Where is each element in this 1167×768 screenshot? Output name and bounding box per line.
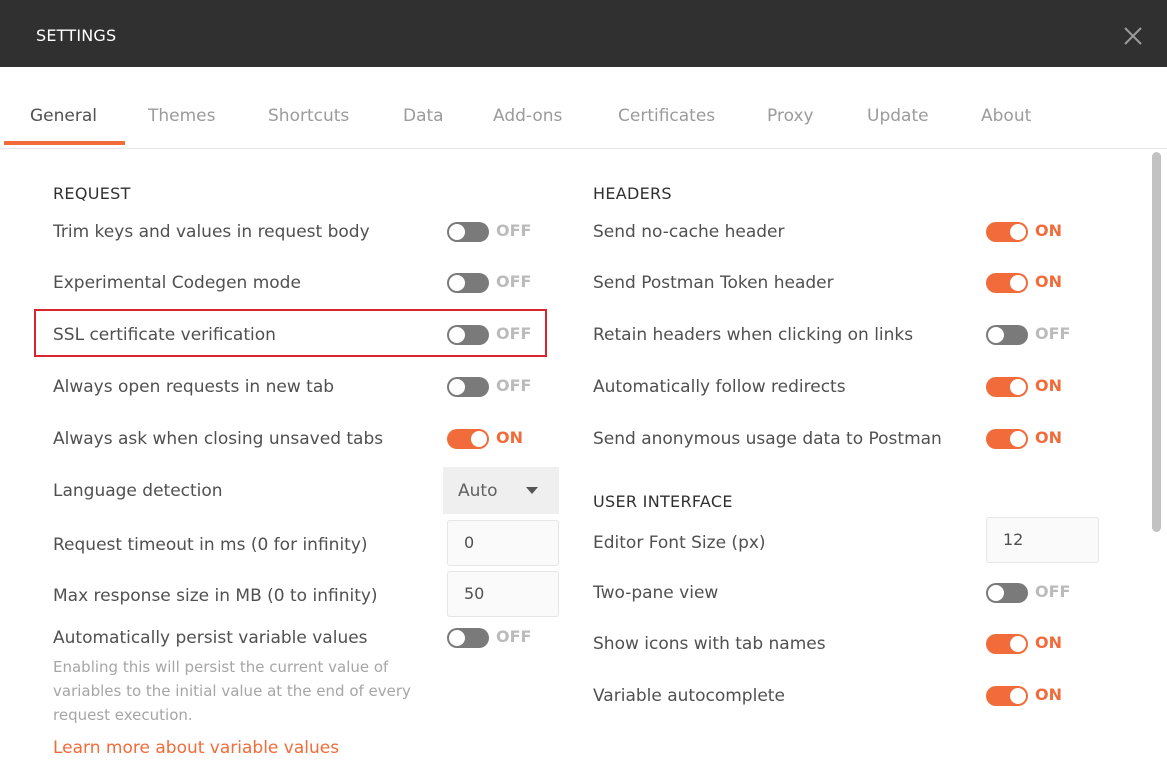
persist-variables-label: Automatically persist variable values <box>53 628 368 648</box>
ssl-verification-label: SSL certificate verification <box>53 325 276 345</box>
settings-title: SETTINGS <box>36 26 117 45</box>
toggle-knob <box>1010 431 1026 447</box>
toggle-state-text: OFF <box>496 221 532 240</box>
max-response-input[interactable]: 50 <box>447 571 559 617</box>
tab-certificates[interactable]: Certificates <box>618 106 715 126</box>
toggle-state-text: ON <box>1035 221 1062 240</box>
settings-titlebar: SETTINGS <box>0 0 1167 67</box>
active-tab-indicator <box>4 141 125 145</box>
toggle-state-text: OFF <box>1035 582 1071 601</box>
caret-down-icon <box>526 487 538 494</box>
user-interface-section-title: USER INTERFACE <box>593 492 733 511</box>
headers-section-title: HEADERS <box>593 184 672 203</box>
persist-variables-help: Enabling this will persist the current v… <box>53 658 411 724</box>
toggle-state-text: ON <box>1035 685 1062 704</box>
toggle-state-text: OFF <box>1035 324 1071 343</box>
toggle-knob <box>1010 379 1026 395</box>
toggle-state-text: OFF <box>496 627 532 646</box>
toggle-state-text: ON <box>1035 272 1062 291</box>
open-new-tab-label: Always open requests in new tab <box>53 377 335 397</box>
tab-data[interactable]: Data <box>403 106 444 126</box>
tab-about[interactable]: About <box>981 106 1031 126</box>
tab-themes[interactable]: Themes <box>148 106 216 126</box>
toggle-state-text: ON <box>496 428 523 447</box>
tab-update[interactable]: Update <box>867 106 929 126</box>
toggle-knob <box>449 379 465 395</box>
toggle-state-text: ON <box>1035 376 1062 395</box>
anonymous-usage-label: Send anonymous usage data to Postman <box>593 429 942 449</box>
toggle-knob <box>449 275 465 291</box>
tab-shortcuts[interactable]: Shortcuts <box>268 106 349 126</box>
toggle-knob <box>988 327 1004 343</box>
variable-autocomplete-label: Variable autocomplete <box>593 686 785 706</box>
toggle-state-text: ON <box>1035 633 1062 652</box>
tab-general[interactable]: General <box>30 106 97 126</box>
toggle-state-text: OFF <box>496 272 532 291</box>
editor-font-size-label: Editor Font Size (px) <box>593 533 766 553</box>
codegen-label: Experimental Codegen mode <box>53 273 301 293</box>
no-cache-label: Send no-cache header <box>593 222 785 242</box>
scrollbar-thumb[interactable] <box>1152 152 1161 532</box>
two-pane-label: Two-pane view <box>593 583 719 603</box>
toggle-state-text: OFF <box>496 324 532 343</box>
toggle-knob <box>1010 688 1026 704</box>
toggle-knob <box>449 630 465 646</box>
request-section-title: REQUEST <box>53 184 131 203</box>
toggle-knob <box>449 327 465 343</box>
toggle-knob <box>471 431 487 447</box>
request-timeout-input[interactable]: 0 <box>447 520 559 566</box>
toggle-knob <box>988 585 1004 601</box>
tab-icons-label: Show icons with tab names <box>593 634 826 654</box>
toggle-knob <box>449 224 465 240</box>
tab-proxy[interactable]: Proxy <box>767 106 814 126</box>
editor-font-size-input[interactable]: 12 <box>986 517 1099 563</box>
language-detection-label: Language detection <box>53 481 223 501</box>
ask-closing-label: Always ask when closing unsaved tabs <box>53 429 384 449</box>
toggle-state-text: OFF <box>496 376 532 395</box>
trim-keys-label: Trim keys and values in request body <box>53 222 370 242</box>
toggle-knob <box>1010 636 1026 652</box>
tab-add-ons[interactable]: Add-ons <box>493 106 562 126</box>
toggle-knob <box>1010 224 1026 240</box>
request-timeout-label: Request timeout in ms (0 for infinity) <box>53 535 368 555</box>
toggle-knob <box>1010 275 1026 291</box>
max-response-label: Max response size in MB (0 to infinity) <box>53 586 378 606</box>
language-detection-value: Auto <box>458 481 498 501</box>
toggle-state-text: ON <box>1035 428 1062 447</box>
language-detection-select[interactable]: Auto <box>443 467 559 514</box>
retain-headers-label: Retain headers when clicking on links <box>593 325 914 345</box>
scrollbar[interactable] <box>1152 150 1162 768</box>
settings-tabs: General Themes Shortcuts Data Add-ons Ce… <box>0 67 1167 149</box>
close-button[interactable] <box>1118 21 1148 51</box>
close-icon <box>1124 27 1142 45</box>
variable-values-link[interactable]: Learn more about variable values <box>53 738 339 758</box>
postman-token-label: Send Postman Token header <box>593 273 834 293</box>
follow-redirects-label: Automatically follow redirects <box>593 377 846 397</box>
